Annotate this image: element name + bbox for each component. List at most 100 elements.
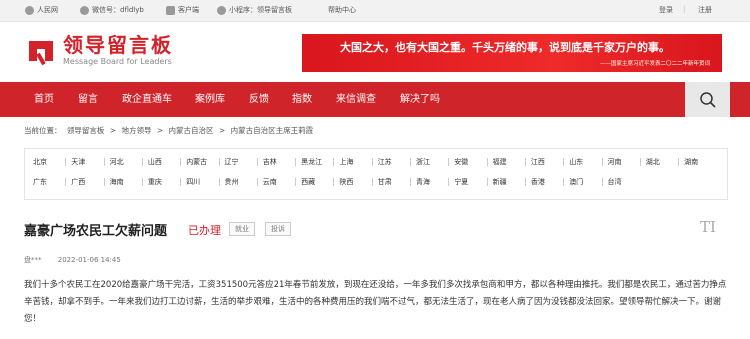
region-divider <box>295 178 297 186</box>
region-link[interactable]: 四川 <box>186 177 200 187</box>
header: 领导留言板 Message Board for Leaders 大国之大，也有大… <box>0 22 750 80</box>
nav-survey[interactable]: 来信调查 <box>336 82 376 117</box>
banner-text: 大国之大，也有大国之重。千头万绪的事，说到底是千家万户的事。 <box>340 41 670 54</box>
region-link[interactable]: 黑龙江 <box>301 157 322 167</box>
region-divider <box>371 178 373 186</box>
breadcrumb-sep: > <box>156 126 164 135</box>
region-link[interactable]: 辽宁 <box>225 157 239 167</box>
main-nav: 首页 留言 政企直通车 案例库 反馈 指数 来信调查 解决了吗 <box>0 82 750 117</box>
breadcrumb-region[interactable]: 内蒙古自治区 <box>169 126 214 135</box>
register-link[interactable]: 注册 <box>698 5 712 15</box>
message-title: 嘉豪广场农民工欠薪问题 <box>24 224 168 239</box>
region-link[interactable]: 安徽 <box>454 157 468 167</box>
nav-messages[interactable]: 留言 <box>78 82 98 117</box>
nav-cases[interactable]: 案例库 <box>195 82 225 117</box>
region-divider <box>601 158 603 166</box>
message-body: 我们十多个农民工在2020给嘉豪广场干完活，工资351500元答应21年春节前发… <box>24 280 727 324</box>
region-link[interactable]: 台湾 <box>608 177 622 187</box>
miniprogram-link[interactable]: 小程序：领导留言板 <box>217 5 292 15</box>
region-divider <box>103 158 105 166</box>
region-link[interactable]: 广东 <box>33 177 47 187</box>
region-divider <box>678 158 680 166</box>
nav-solved[interactable]: 解决了吗 <box>400 82 440 117</box>
region-link[interactable]: 青海 <box>416 177 430 187</box>
region-link[interactable]: 宁夏 <box>454 177 468 187</box>
breadcrumb-prefix: 当前位置： <box>24 126 62 135</box>
region-divider <box>563 178 565 186</box>
help-link[interactable]: 帮助中心 <box>328 5 356 15</box>
region-divider <box>448 178 450 186</box>
region-link[interactable]: 河北 <box>110 157 124 167</box>
region-link[interactable]: 广西 <box>71 177 85 187</box>
wechat-icon <box>80 5 89 15</box>
region-link[interactable]: 北京 <box>33 157 47 167</box>
status-badge: 已办理 <box>188 224 221 237</box>
region-divider <box>180 158 182 166</box>
breadcrumb-home[interactable]: 领导留言板 <box>67 126 105 135</box>
region-link[interactable]: 浙江 <box>416 157 430 167</box>
region-link[interactable]: 西藏 <box>301 177 315 187</box>
region-link[interactable]: 内蒙古 <box>186 157 207 167</box>
miniprogram-icon <box>217 5 226 15</box>
post-date: 2022-01-06 14:45 <box>57 256 121 264</box>
region-link[interactable]: 陕西 <box>339 177 353 187</box>
client-link[interactable]: 客户端 <box>166 5 199 15</box>
region-link[interactable]: 上海 <box>339 157 353 167</box>
region-link[interactable]: 福建 <box>493 157 507 167</box>
region-divider <box>333 178 335 186</box>
wechat-link[interactable]: 微信号：dfldlyb <box>80 5 144 15</box>
register-label: 注册 <box>698 6 712 14</box>
region-divider <box>601 178 603 186</box>
region-link[interactable]: 海南 <box>110 177 124 187</box>
region-divider <box>486 158 488 166</box>
region-divider <box>180 178 182 186</box>
region-divider <box>333 158 335 166</box>
nav-feedback[interactable]: 反馈 <box>249 82 269 117</box>
region-link[interactable]: 澳门 <box>569 177 583 187</box>
nav-enterprise[interactable]: 政企直通车 <box>122 82 172 117</box>
tag-type[interactable]: 投诉 <box>265 222 291 236</box>
region-link[interactable]: 湖北 <box>646 157 660 167</box>
region-divider <box>524 178 526 186</box>
region-divider <box>448 158 450 166</box>
region-link[interactable]: 江西 <box>531 157 545 167</box>
breadcrumb: 当前位置： 领导留言板 > 地方领导 > 内蒙古自治区 > 内蒙古自治区主席王莉… <box>24 125 316 136</box>
site-logo[interactable]: 领导留言板 Message Board for Leaders <box>25 35 173 67</box>
region-link[interactable]: 吉林 <box>263 157 277 167</box>
people-label: 人民网 <box>37 6 58 14</box>
help-label: 帮助中心 <box>328 6 356 14</box>
login-link[interactable]: 登录 <box>659 5 673 15</box>
region-link[interactable]: 重庆 <box>148 177 162 187</box>
region-link[interactable]: 贵州 <box>225 177 239 187</box>
region-link[interactable]: 湖南 <box>684 157 698 167</box>
region-link[interactable]: 甘肃 <box>378 177 392 187</box>
breadcrumb-leader[interactable]: 内蒙古自治区主席王莉霞 <box>231 126 314 135</box>
font-size-icon[interactable]: TI <box>700 218 716 236</box>
nav-home[interactable]: 首页 <box>34 82 54 117</box>
nav-index[interactable]: 指数 <box>292 82 312 117</box>
region-link[interactable]: 香港 <box>531 177 545 187</box>
tag-category[interactable]: 就业 <box>229 222 255 236</box>
region-link[interactable]: 天津 <box>71 157 85 167</box>
phone-icon <box>166 5 175 15</box>
region-divider <box>65 158 67 166</box>
region-divider <box>639 158 641 166</box>
login-label: 登录 <box>659 6 673 14</box>
region-divider <box>410 178 411 186</box>
miniprogram-label: 小程序：领导留言板 <box>229 6 292 14</box>
region-link[interactable]: 河南 <box>608 157 622 167</box>
breadcrumb-local[interactable]: 地方领导 <box>121 126 151 135</box>
top-bar: 人民网 微信号：dfldlyb 客户端 小程序：领导留言板 帮助中心 登录 | … <box>0 0 750 22</box>
slogan-banner[interactable]: 大国之大，也有大国之重。千头万绪的事，说到底是千家万户的事。 ——国家主席习近平… <box>302 34 722 72</box>
region-divider <box>218 158 220 166</box>
search-button[interactable] <box>685 82 730 117</box>
region-divider <box>486 178 488 186</box>
search-icon <box>699 91 716 108</box>
author: 盘*** <box>24 256 42 264</box>
region-link[interactable]: 山东 <box>569 157 583 167</box>
region-link[interactable]: 江苏 <box>378 157 392 167</box>
people-link[interactable]: 人民网 <box>25 5 58 15</box>
region-link[interactable]: 新疆 <box>493 177 507 187</box>
region-link[interactable]: 云南 <box>263 177 277 187</box>
region-link[interactable]: 山西 <box>148 157 162 167</box>
